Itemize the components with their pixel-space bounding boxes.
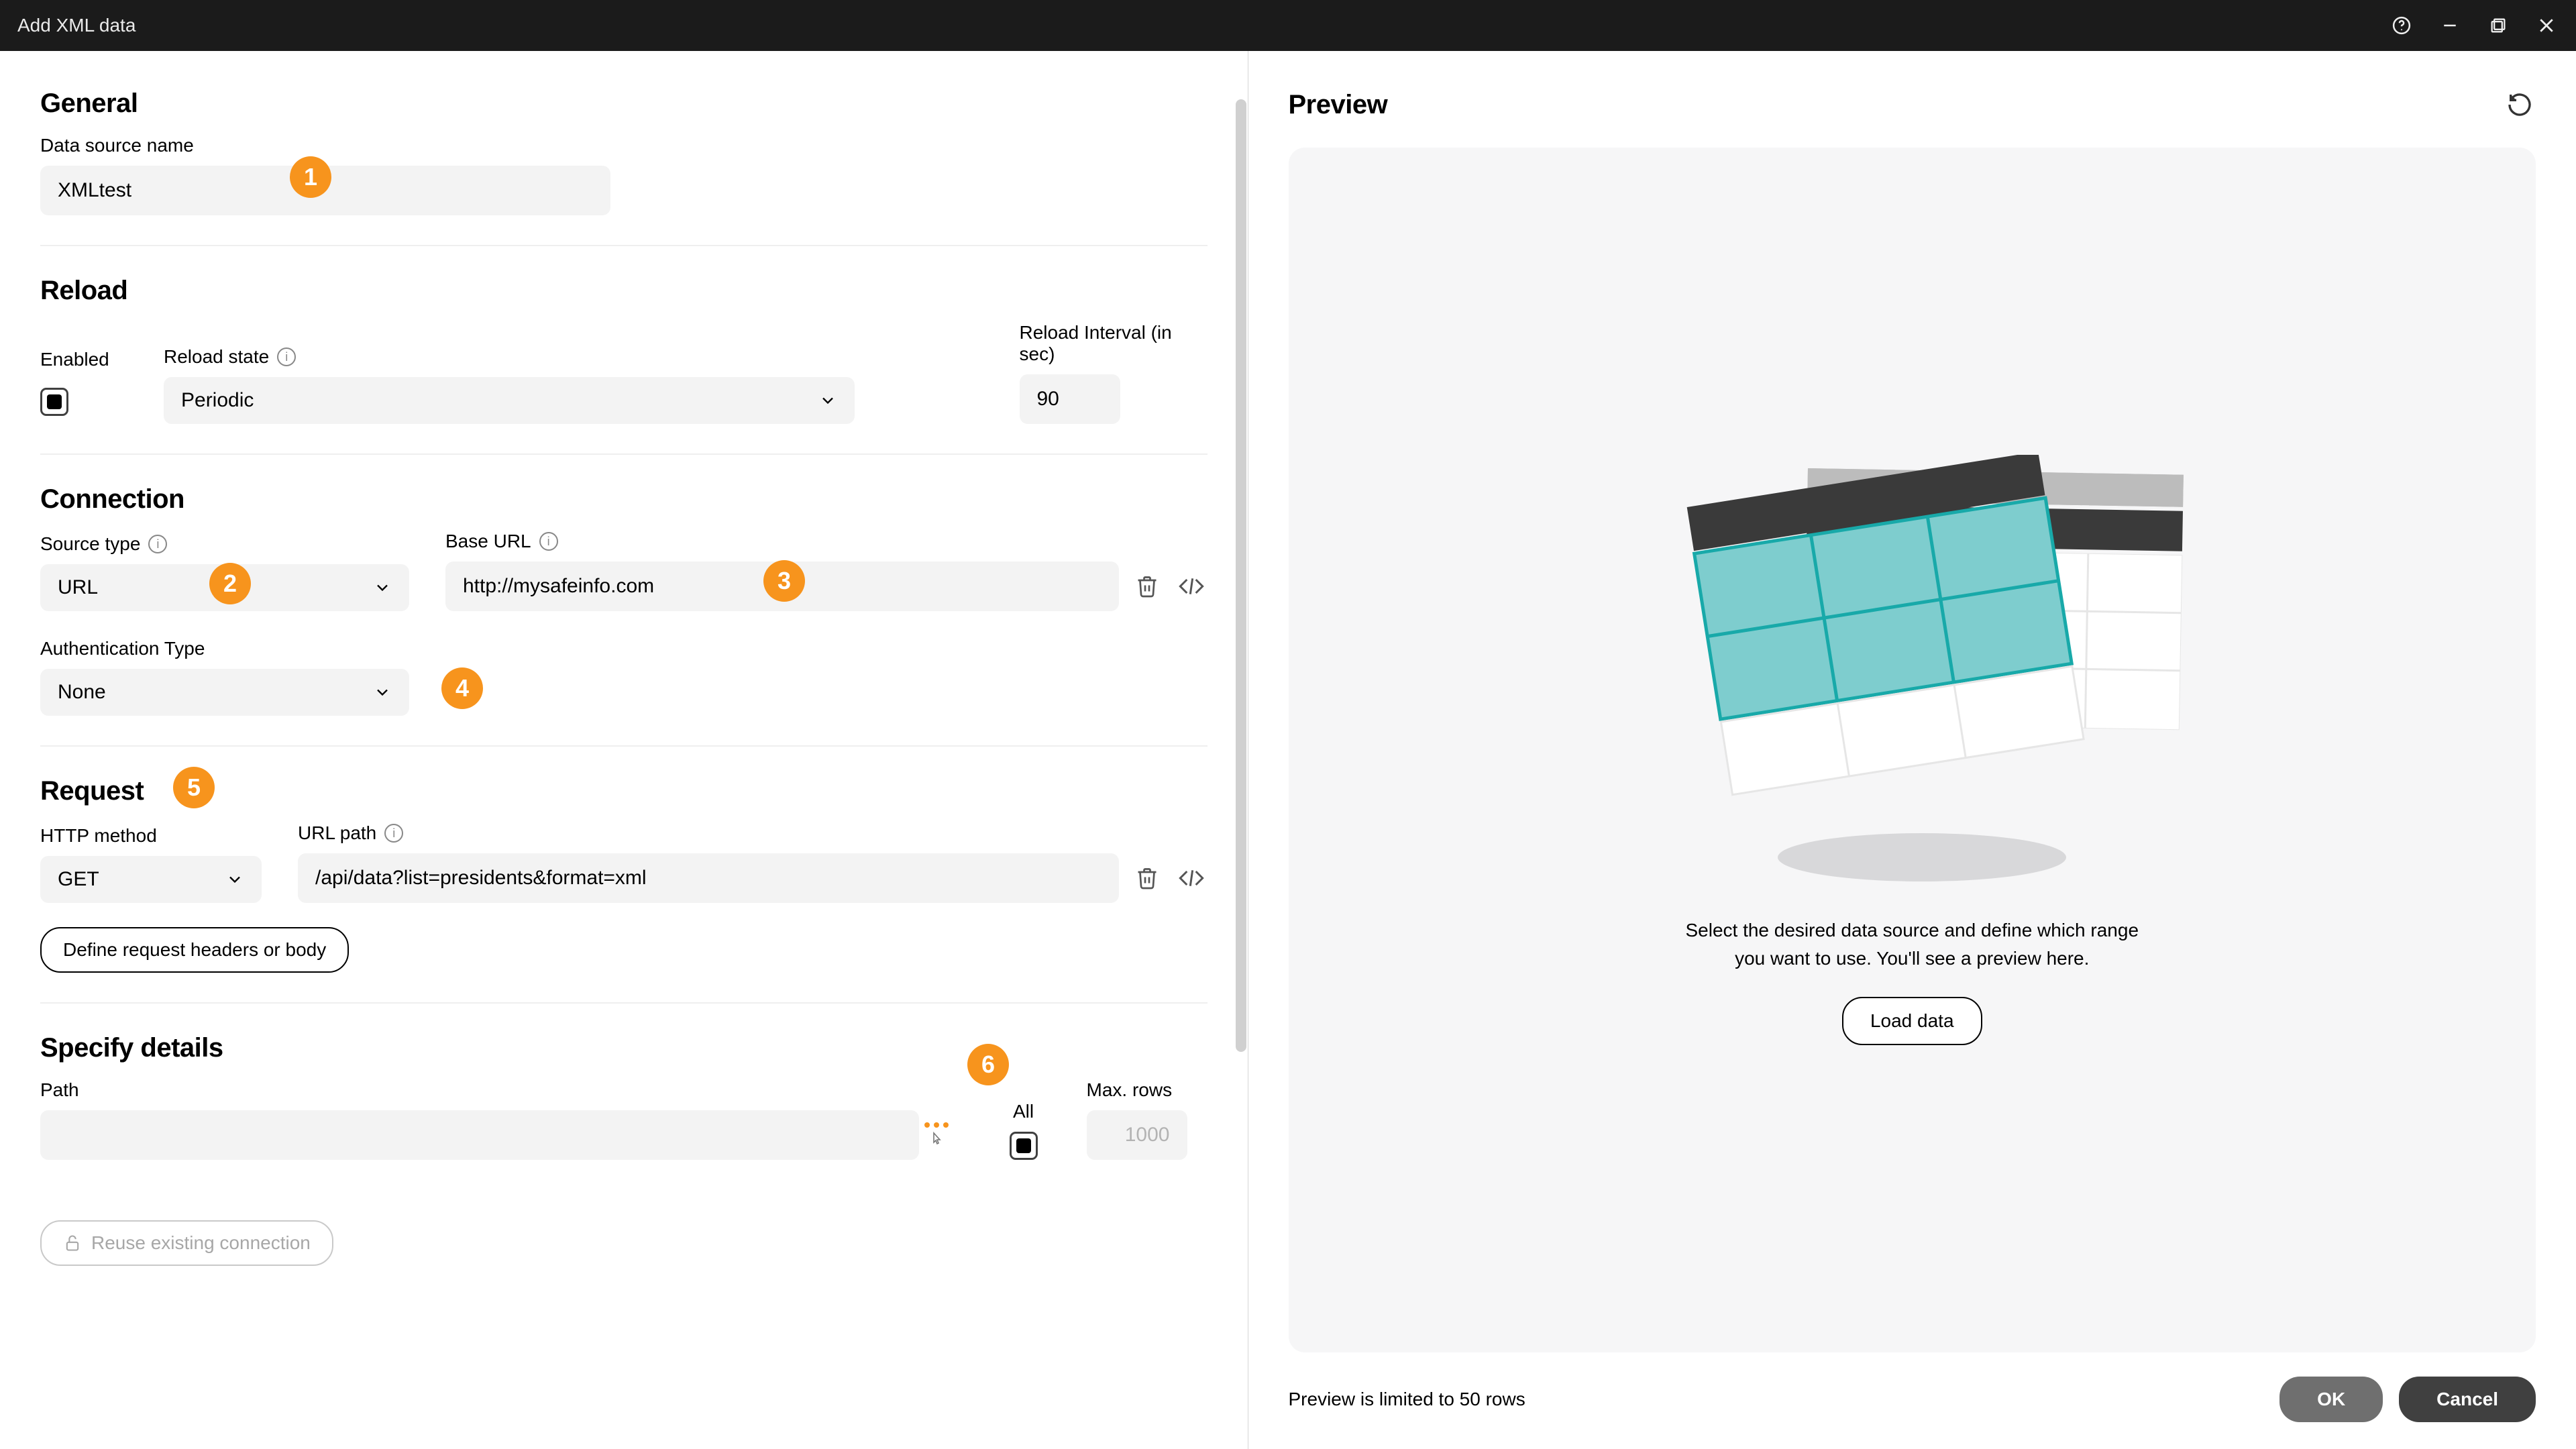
load-data-button[interactable]: Load data — [1842, 997, 1982, 1045]
auth-type-value: None — [58, 681, 106, 704]
load-data-label: Load data — [1870, 1010, 1954, 1031]
label-all: All — [1013, 1101, 1034, 1122]
label-auth-type: Authentication Type — [40, 638, 1208, 659]
auth-type-select[interactable]: None — [40, 669, 409, 716]
info-icon[interactable]: i — [277, 347, 296, 366]
window-title: Add XML data — [17, 15, 136, 36]
trash-icon[interactable] — [1131, 862, 1163, 894]
cancel-button[interactable]: Cancel — [2399, 1377, 2536, 1422]
cursor-pointer-icon — [928, 1130, 945, 1148]
unlock-icon — [63, 1234, 82, 1252]
window-controls — [2390, 13, 2559, 38]
define-headers-label: Define request headers or body — [63, 939, 326, 961]
code-icon[interactable] — [1175, 570, 1208, 602]
code-icon[interactable] — [1175, 862, 1208, 894]
section-request: Request 5 HTTP method GET URL path — [40, 776, 1208, 973]
info-icon[interactable]: i — [539, 532, 558, 551]
chevron-down-icon — [373, 683, 392, 702]
step-badge-4: 4 — [441, 667, 483, 709]
all-checkbox[interactable] — [1010, 1132, 1038, 1160]
reuse-connection-label: Reuse existing connection — [91, 1232, 311, 1254]
heading-request: Request — [40, 776, 144, 806]
preview-hint: Select the desired data source and defin… — [1685, 916, 2139, 973]
step-badge-6: 6 — [967, 1044, 1009, 1085]
settings-pane: General Data source name 1 Reload Enable… — [0, 51, 1248, 1449]
trash-icon[interactable] — [1131, 570, 1163, 602]
label-data-source-name: Data source name — [40, 135, 1208, 156]
step-badge-2: 2 — [209, 563, 251, 604]
divider — [40, 745, 1208, 747]
label-source-type: Source type i — [40, 533, 409, 555]
ok-button[interactable]: OK — [2279, 1377, 2383, 1422]
titlebar: Add XML data — [0, 0, 2576, 51]
divider — [40, 453, 1208, 455]
cancel-label: Cancel — [2436, 1389, 2498, 1409]
close-icon[interactable] — [2534, 13, 2559, 38]
label-base-url-text: Base URL — [445, 531, 531, 552]
preview-hint-line2: you want to use. You'll see a preview he… — [1735, 948, 2089, 969]
label-max-rows: Max. rows — [1087, 1079, 1208, 1101]
label-reload-interval: Reload Interval (in sec) — [1020, 322, 1208, 365]
url-path-input[interactable] — [298, 853, 1119, 903]
section-general: General Data source name 1 — [40, 89, 1208, 215]
step-badge-3: 3 — [763, 560, 805, 602]
section-reload: Reload Enabled Reload state i — [40, 276, 1208, 424]
divider — [40, 1002, 1208, 1004]
enabled-checkbox[interactable] — [40, 388, 68, 416]
heading-specify-details: Specify details — [40, 1033, 1208, 1063]
label-path: Path — [40, 1079, 961, 1101]
label-reload-state-text: Reload state — [164, 346, 269, 368]
chevron-down-icon — [818, 391, 837, 410]
more-dots-icon[interactable] — [924, 1122, 949, 1148]
label-base-url: Base URL i — [445, 531, 1208, 552]
preview-placeholder: Select the desired data source and defin… — [1289, 148, 2536, 1352]
label-http-method: HTTP method — [40, 825, 262, 847]
maximize-icon[interactable] — [2486, 13, 2510, 38]
label-enabled: Enabled — [40, 349, 127, 370]
reuse-connection-button[interactable]: Reuse existing connection — [40, 1220, 333, 1266]
ok-label: OK — [2317, 1389, 2345, 1409]
preview-pane: Preview — [1248, 51, 2576, 1449]
define-headers-button[interactable]: Define request headers or body — [40, 927, 349, 973]
refresh-icon[interactable] — [2504, 89, 2536, 121]
label-url-path: URL path i — [298, 822, 1208, 844]
divider — [40, 245, 1208, 246]
path-input[interactable] — [40, 1110, 919, 1160]
label-url-path-text: URL path — [298, 822, 376, 844]
reload-interval-input[interactable] — [1020, 374, 1120, 424]
step-badge-1: 1 — [290, 156, 331, 198]
chevron-down-icon — [225, 870, 244, 889]
reload-state-value: Periodic — [181, 389, 254, 412]
heading-connection: Connection — [40, 484, 1208, 515]
help-icon[interactable] — [2390, 13, 2414, 38]
scrollbar-thumb[interactable] — [1236, 99, 1246, 1052]
info-icon[interactable]: i — [148, 535, 167, 553]
http-method-select[interactable]: GET — [40, 856, 262, 903]
source-type-value: URL — [58, 576, 98, 599]
preview-limit-note: Preview is limited to 50 rows — [1289, 1389, 1525, 1410]
minimize-icon[interactable] — [2438, 13, 2462, 38]
section-connection: Connection Source type i URL 2 — [40, 484, 1208, 716]
http-method-value: GET — [58, 868, 99, 891]
label-reload-state: Reload state i — [164, 346, 983, 368]
label-source-type-text: Source type — [40, 533, 140, 555]
step-badge-5: 5 — [173, 767, 215, 808]
preview-illustration — [1607, 455, 2217, 884]
main-content: General Data source name 1 Reload Enable… — [0, 51, 2576, 1449]
preview-hint-line1: Select the desired data source and defin… — [1685, 920, 2139, 941]
info-icon[interactable]: i — [384, 824, 403, 843]
reload-state-select[interactable]: Periodic — [164, 377, 855, 424]
heading-preview: Preview — [1289, 90, 1388, 120]
heading-general: General — [40, 89, 1208, 119]
chevron-down-icon — [373, 578, 392, 597]
max-rows-input[interactable] — [1087, 1110, 1187, 1160]
section-specify-details: Specify details 6 Path — [40, 1033, 1208, 1160]
heading-reload: Reload — [40, 276, 1208, 306]
